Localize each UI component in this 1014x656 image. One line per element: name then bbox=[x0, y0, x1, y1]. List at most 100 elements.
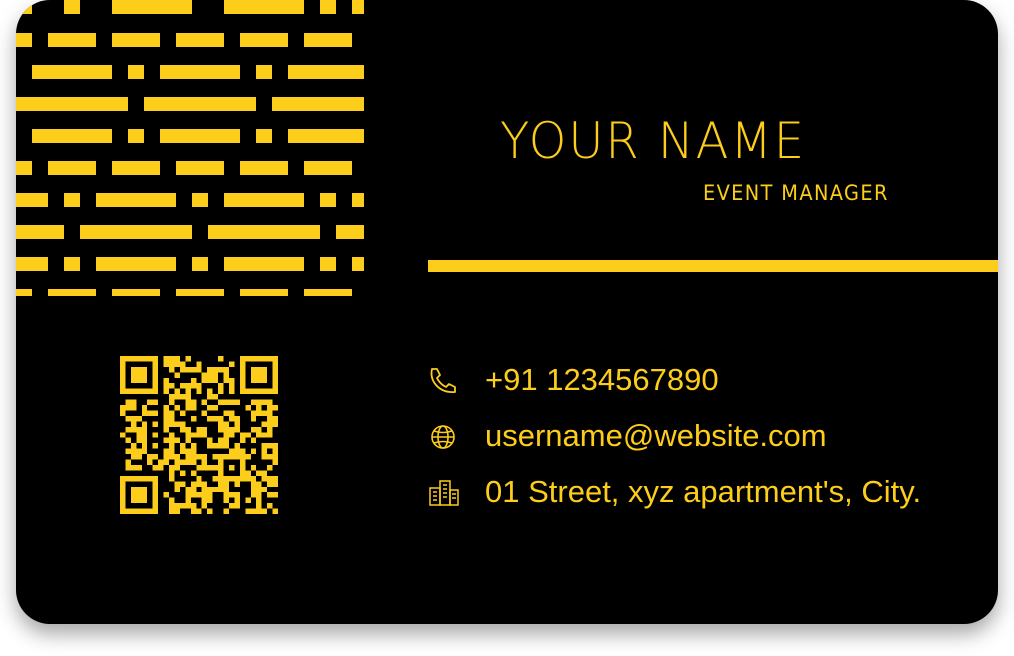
qr-module bbox=[152, 486, 159, 493]
qr-module bbox=[147, 475, 153, 482]
pattern-dash bbox=[64, 0, 80, 14]
qr-module bbox=[174, 361, 180, 367]
qr-module bbox=[147, 410, 153, 416]
pattern-dash bbox=[112, 33, 160, 47]
qr-module bbox=[190, 405, 197, 411]
qr-module bbox=[201, 481, 208, 487]
qr-module bbox=[228, 432, 235, 438]
pattern-dash bbox=[176, 289, 224, 296]
qr-module bbox=[256, 503, 262, 509]
qr-module bbox=[141, 437, 148, 444]
pattern-dash bbox=[112, 161, 160, 175]
qr-module bbox=[196, 492, 202, 498]
qr-module bbox=[120, 356, 126, 362]
qr-module bbox=[234, 443, 240, 449]
qr-module bbox=[218, 459, 224, 465]
qr-module bbox=[125, 437, 131, 444]
qr-module bbox=[120, 372, 126, 378]
pattern-dash bbox=[224, 193, 304, 207]
qr-module bbox=[267, 356, 273, 362]
qr-module bbox=[120, 432, 126, 438]
pattern-dash bbox=[160, 65, 240, 79]
qr-module bbox=[256, 366, 262, 373]
contact-phone[interactable]: +91 1234567890 bbox=[426, 362, 986, 398]
qr-module bbox=[174, 508, 180, 514]
qr-module bbox=[218, 475, 224, 482]
qr-module bbox=[141, 426, 148, 433]
qr-module bbox=[141, 508, 148, 514]
qr-module bbox=[272, 492, 278, 498]
qr-module bbox=[267, 443, 273, 449]
qr-module bbox=[207, 394, 213, 400]
qr-module bbox=[261, 454, 268, 460]
qr-module bbox=[158, 459, 164, 465]
qr-module bbox=[152, 508, 159, 514]
qr-module bbox=[185, 394, 191, 400]
qr-module bbox=[218, 470, 224, 476]
qr-module bbox=[223, 410, 229, 416]
qr-module bbox=[207, 437, 213, 444]
pattern-dash bbox=[16, 0, 32, 14]
qr-module bbox=[125, 459, 131, 465]
pattern-dash bbox=[208, 225, 320, 239]
pattern-dash bbox=[320, 257, 336, 271]
qr-module bbox=[130, 372, 137, 378]
pattern-dash bbox=[48, 161, 96, 175]
qr-module bbox=[228, 415, 235, 422]
qr-module bbox=[239, 356, 246, 362]
qr-module bbox=[272, 372, 278, 378]
qr-module bbox=[267, 426, 273, 433]
qr-module bbox=[228, 503, 235, 509]
qr-module bbox=[239, 459, 246, 465]
qr-module bbox=[261, 399, 268, 406]
qr-code-icon[interactable] bbox=[120, 356, 278, 514]
qr-module bbox=[234, 448, 240, 455]
qr-module bbox=[185, 454, 191, 460]
qr-module bbox=[185, 459, 191, 465]
qr-module bbox=[250, 481, 257, 487]
qr-module bbox=[261, 443, 268, 449]
qr-module bbox=[201, 454, 208, 460]
qr-module bbox=[201, 492, 208, 498]
qr-module bbox=[130, 492, 137, 498]
qr-module bbox=[256, 399, 262, 406]
qr-module bbox=[239, 475, 246, 482]
qr-module bbox=[245, 356, 251, 362]
qr-module bbox=[120, 383, 126, 389]
qr-module bbox=[174, 437, 180, 444]
qr-module bbox=[256, 481, 262, 487]
qr-module bbox=[218, 454, 224, 460]
pattern-dash bbox=[64, 257, 80, 271]
qr-module bbox=[207, 492, 213, 498]
qr-module bbox=[234, 481, 240, 487]
qr-module bbox=[125, 448, 131, 455]
card-name: YOUR NAME bbox=[500, 112, 806, 170]
contact-address[interactable]: 01 Street, xyz apartment's, City. bbox=[426, 474, 986, 510]
qr-module bbox=[163, 388, 170, 395]
qr-module bbox=[130, 426, 137, 433]
qr-module bbox=[201, 503, 208, 509]
qr-module bbox=[223, 377, 229, 384]
qr-module bbox=[130, 475, 137, 482]
qr-module bbox=[201, 464, 208, 471]
contact-website[interactable]: username@website.com bbox=[426, 418, 986, 454]
qr-module bbox=[152, 383, 159, 389]
pattern-dash bbox=[96, 193, 176, 207]
qr-module bbox=[234, 503, 240, 509]
qr-module bbox=[174, 421, 180, 427]
pattern-dash bbox=[176, 33, 224, 47]
qr-module bbox=[272, 454, 278, 460]
qr-module bbox=[207, 377, 213, 384]
qr-module bbox=[250, 366, 257, 373]
qr-module bbox=[245, 405, 251, 411]
qr-module bbox=[223, 486, 229, 493]
qr-module bbox=[245, 388, 251, 395]
qr-module bbox=[169, 443, 175, 449]
pattern-dash bbox=[112, 289, 160, 296]
pattern-dash bbox=[80, 225, 192, 239]
qr-module bbox=[169, 383, 175, 389]
qr-module bbox=[141, 410, 148, 416]
qr-module bbox=[234, 415, 240, 422]
qr-module bbox=[267, 503, 273, 509]
qr-module bbox=[212, 415, 219, 422]
